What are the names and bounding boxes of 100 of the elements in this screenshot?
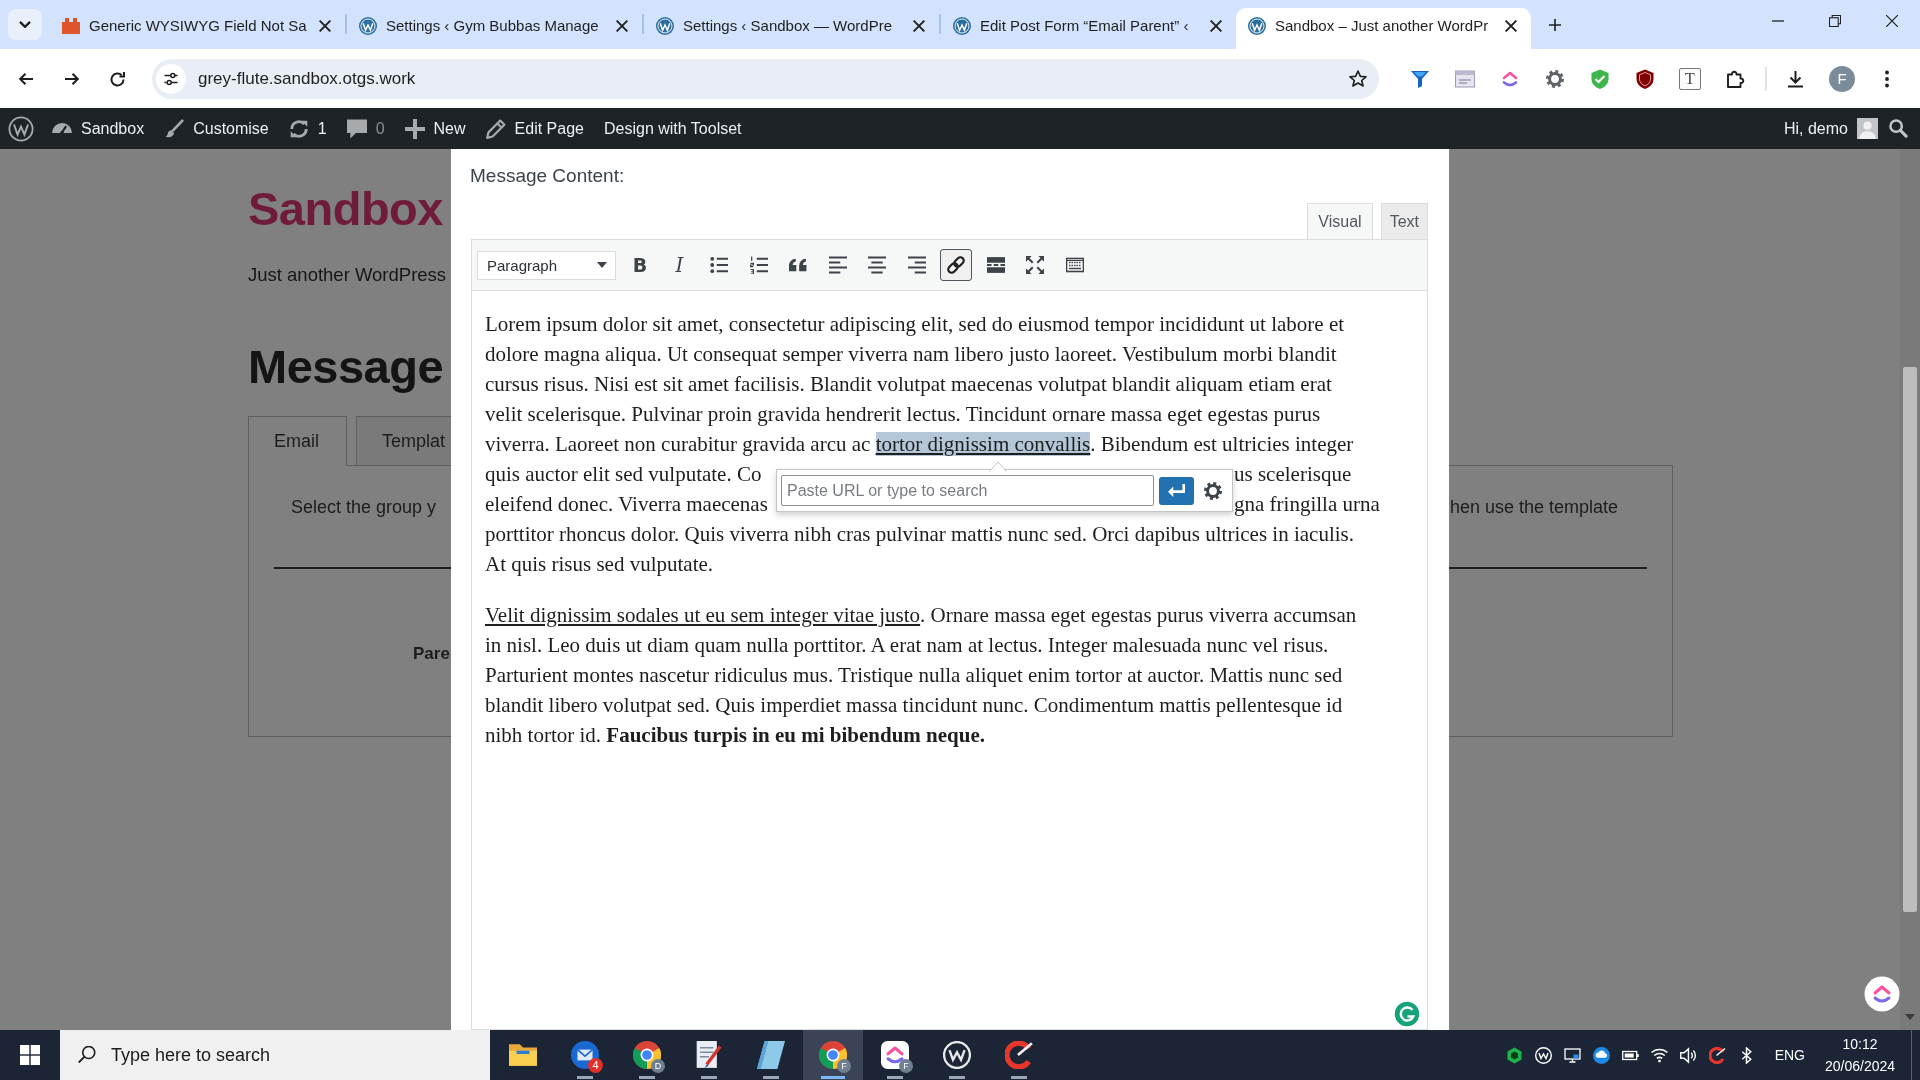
close-icon [1885,14,1898,27]
insert-link-button[interactable] [940,249,972,281]
start-icon[interactable] [20,1045,40,1065]
restore-icon [1828,14,1841,27]
settings-icon[interactable] [1202,479,1224,502]
close-icon[interactable] [913,19,925,32]
italic-button[interactable]: I [663,249,696,281]
scroll-down-icon[interactable] [1905,1014,1915,1020]
round-app-icon[interactable] [1592,1046,1610,1064]
text-link[interactable]: Velit dignissim sodales ut eu sem integer vitae justo [485,603,921,627]
browser-tab[interactable]: Settings ‹ Sandbox — WordPre [644,8,939,49]
taskbar-app-button[interactable]: D [617,1030,677,1080]
browser-tab[interactable]: Generic WYSIWYG Field Not Sa [50,8,345,49]
taskbar-app-button[interactable]: 4 [555,1030,615,1080]
close-icon[interactable] [1210,19,1222,32]
updates-link[interactable]: 1 [278,108,337,149]
close-icon[interactable] [1505,19,1517,32]
w-logo-icon [359,16,377,35]
text-fragment: gna fringilla urna [1234,491,1380,518]
swirl-icon[interactable] [1708,1046,1726,1064]
url-input[interactable]: Paste URL or type to search [781,475,1154,506]
toolset-link[interactable]: Design with Toolset [593,108,752,149]
forward-arrow-icon[interactable] [64,72,79,85]
avatar-icon [1857,118,1878,139]
monitor-icon[interactable] [1563,1046,1581,1064]
plus-icon [404,118,425,139]
page-heading: Message [248,339,444,395]
taskbar-app-button[interactable]: F [865,1030,925,1080]
return-arrow-icon [1168,484,1185,497]
text-fragment: eleifend donec. Viverra maecenas [485,491,768,518]
more-menu-icon[interactable] [1884,69,1890,88]
chevron-down-icon [19,21,31,28]
format-select[interactable]: Paragraph [477,250,616,280]
tab-search-button[interactable] [8,9,42,40]
site-info-button[interactable] [156,63,186,94]
apply-link-button[interactable] [1159,476,1194,505]
edit-page-link[interactable]: Edit Page [475,108,594,149]
comments-link[interactable]: 0 [336,108,395,149]
w-logo-icon [953,16,971,35]
taskbar-app-button[interactable]: F [803,1030,863,1080]
w-logo-icon [8,115,34,142]
tune-icon [163,70,179,87]
site-name-link[interactable]: Sandbox [42,108,155,149]
customise-link[interactable]: Customise [154,108,279,149]
link-icon [947,256,965,274]
g-logo-icon[interactable] [1393,1000,1421,1028]
bold-button[interactable]: B [624,249,656,281]
clock[interactable]: 10:12 20/06/2024 [1821,1033,1899,1077]
search-icon[interactable] [1889,119,1908,138]
extension-button[interactable]: T [1679,67,1701,90]
paintbrush-icon [164,118,185,139]
bookmark-star-icon[interactable] [1349,70,1367,87]
read-more-icon [986,256,1005,274]
gear-icon[interactable] [1544,67,1566,90]
shield-check-icon[interactable] [1589,67,1611,90]
scrollbar[interactable] [1900,149,1920,1030]
w-logo-icon [1248,16,1266,35]
wifi-icon[interactable] [1650,1046,1668,1064]
refresh-icon [288,118,309,139]
new-content-link[interactable]: New [394,108,476,149]
browser-tab[interactable]: Sandbox – Just another WordPr [1236,8,1531,49]
reload-icon[interactable] [110,70,126,87]
browser-tab[interactable]: Settings ‹ Gym Bubbas Manage [347,8,642,49]
hexagon-icon[interactable] [1505,1046,1523,1064]
gauge-icon [52,123,72,134]
shield-icon[interactable] [1634,67,1656,90]
stacked-chevron-icon [881,1041,909,1069]
page-tab[interactable]: Email [248,416,347,466]
download-icon[interactable] [1787,69,1804,88]
address-field[interactable]: grey-flute.sandbox.otgs.work [152,58,1379,99]
browser-tab[interactable]: Edit Post Form “Email Parent” ‹ [941,8,1236,49]
w-circle-icon[interactable] [1534,1046,1552,1064]
paragraph-text: Velit dignissim sodales ut eu sem integer vitae justo. Ornare massa eget egestas purus viverra accumsan in nisl. Leo duis ut diam quam nulla porttitor. A erat nam at lectus. Integer malesuada nunc vel risus. Parturient montes nascetur ridiculus mus. Tristique nulla aliquet enim tortor at auctor. Mattis nunc sed blandit libero volutpat sed. Quis imperdiet massa tincidunt nunc. Condimentum mattis pellentesque id nibh tortor id. Faucibus turpis in eu mi bibendum neque. [485,602,1357,749]
brick-icon [62,16,80,35]
field-label: Message Content: [470,164,625,188]
search-icon [78,1046,96,1063]
text-link[interactable]: tortor dignissim convallis [875,432,1091,456]
folder-icon [509,1041,537,1069]
pencil-icon [485,118,506,139]
profile-avatar[interactable]: F [1829,65,1855,92]
profile-letter: D [651,1059,665,1073]
swirl-icon [1005,1041,1033,1069]
new-tab-icon[interactable] [1549,19,1561,31]
window-tile-icon[interactable] [1454,67,1476,90]
language-indicator[interactable]: ENG [1774,1047,1805,1063]
fullscreen-icon [1026,256,1044,274]
close-icon[interactable] [616,19,628,32]
paragraph-text: porttitor rhoncus dolor. Quis viverra nibh cras pulvinar mattis nunc sed. Orci dapibus ultrices in iaculis. At quis risus sed vulputate. [485,521,1354,578]
search-field[interactable]: Type here to search [60,1030,490,1080]
editor-mode-tab[interactable]: Visual [1307,203,1373,239]
instruction-text: hen use the template [1450,496,1619,519]
close-icon[interactable] [319,19,331,32]
speaker-icon[interactable] [1679,1046,1697,1064]
bulleted-list-icon [710,256,728,274]
back-arrow-icon[interactable] [19,72,34,85]
numbered-list-icon [749,256,768,274]
scrollbar-thumb[interactable] [1903,367,1917,912]
account-link[interactable]: Hi, demo [1773,108,1886,149]
editor-mode-tab[interactable]: Text [1380,203,1428,239]
stacked-chevron-icon[interactable] [1864,976,1900,1012]
